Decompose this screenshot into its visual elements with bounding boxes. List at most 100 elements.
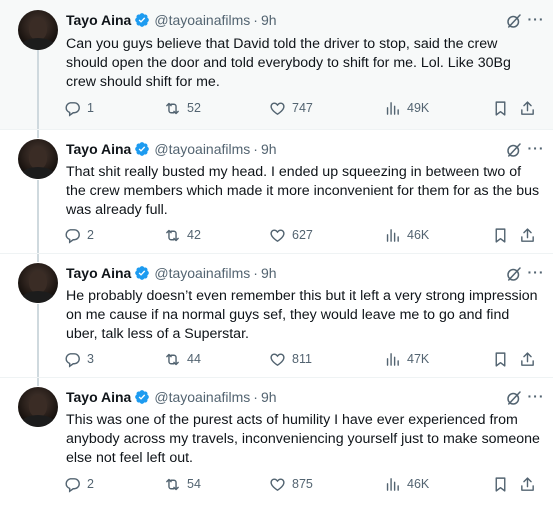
tweet-header: Tayo Aina @tayoainafilms · 9h (66, 264, 277, 282)
repost-icon (166, 353, 179, 365)
repost-icon (166, 229, 179, 241)
thread-connector-line (37, 50, 39, 129)
grok-icon[interactable] (505, 12, 523, 30)
tweet-header: Tayo Aina @tayoainafilms · 9h (66, 11, 277, 29)
tweet-header: Tayo Aina @tayoainafilms · 9h (66, 388, 277, 406)
reply-icon (65, 477, 80, 493)
tweet-header: Tayo Aina @tayoainafilms · 9h (66, 140, 277, 158)
like-button[interactable]: 811 (269, 349, 312, 369)
views-count: 49K (407, 101, 430, 115)
tweet-actions: 1 52 747 49K (64, 98, 544, 118)
share-icon (521, 227, 534, 242)
reply-button[interactable]: 3 (64, 349, 94, 369)
like-button[interactable]: 747 (269, 98, 313, 118)
views-button[interactable]: 46K (384, 225, 429, 245)
share-button[interactable] (519, 349, 536, 369)
more-options-icon[interactable]: ··· (527, 265, 545, 283)
reply-count: 2 (87, 477, 94, 491)
author-handle[interactable]: @tayoainafilms (154, 141, 250, 157)
separator-dot: · (253, 12, 258, 28)
repost-icon (166, 102, 179, 114)
views-button[interactable]: 49K (384, 98, 429, 118)
avatar[interactable] (18, 387, 58, 427)
grok-icon[interactable] (505, 265, 523, 283)
avatar[interactable] (18, 10, 58, 50)
repost-icon (166, 478, 179, 490)
more-options-icon[interactable]: ··· (527, 389, 545, 407)
bookmark-button[interactable] (492, 349, 509, 369)
tweet-actions: 3 44 811 47K (64, 349, 544, 369)
tweet[interactable]: Tayo Aina @tayoainafilms · 9h ··· He pro… (0, 253, 553, 378)
author-name[interactable]: Tayo Aina (66, 389, 131, 405)
bookmark-button[interactable] (492, 98, 509, 118)
timestamp[interactable]: 9h (261, 265, 277, 281)
repost-button[interactable]: 44 (164, 349, 201, 369)
bookmark-icon (495, 476, 506, 492)
tweet[interactable]: Tayo Aina @tayoainafilms · 9h ··· This w… (0, 377, 553, 513)
share-icon (521, 476, 534, 491)
reply-count: 2 (87, 228, 94, 242)
avatar[interactable] (18, 139, 58, 179)
tweet-text: Can you guys believe that David told the… (66, 36, 511, 90)
like-button[interactable]: 627 (269, 225, 313, 245)
verified-badge-icon (135, 390, 150, 404)
views-button[interactable]: 46K (384, 474, 429, 494)
reply-count: 3 (87, 352, 94, 366)
separator-dot: · (253, 265, 258, 281)
thread-connector-line (37, 304, 39, 378)
tweet-text: He probably doesn’t even remember this b… (66, 288, 538, 342)
repost-count: 54 (187, 477, 201, 491)
bookmark-icon (495, 227, 506, 243)
like-button[interactable]: 875 (269, 474, 313, 494)
share-icon (521, 100, 534, 115)
author-name[interactable]: Tayo Aina (66, 141, 131, 157)
bookmark-icon (495, 100, 506, 116)
bookmark-icon (495, 351, 506, 367)
more-options-icon[interactable]: ··· (527, 12, 545, 30)
tweet[interactable]: Tayo Aina @tayoainafilms · 9h ··· That s… (0, 129, 553, 254)
more-options-icon[interactable]: ··· (527, 141, 545, 159)
author-name[interactable]: Tayo Aina (66, 12, 131, 28)
views-count: 47K (407, 352, 430, 366)
author-name[interactable]: Tayo Aina (66, 265, 131, 281)
bookmark-button[interactable] (492, 225, 509, 245)
avatar[interactable] (18, 263, 58, 303)
bookmark-button[interactable] (492, 474, 509, 494)
author-handle[interactable]: @tayoainafilms (154, 12, 250, 28)
separator-dot: · (253, 141, 258, 157)
tweet-actions: 2 54 875 46K (64, 474, 544, 494)
thread-connector-line (37, 378, 39, 386)
share-button[interactable] (519, 98, 536, 118)
repost-button[interactable]: 52 (164, 98, 201, 118)
views-chart-icon (386, 228, 399, 242)
reply-button[interactable]: 1 (64, 98, 94, 118)
heart-icon (270, 101, 285, 115)
separator-dot: · (253, 389, 258, 405)
heart-icon (270, 228, 285, 242)
share-button[interactable] (519, 474, 536, 494)
tweet-text: That shit really busted my head. I ended… (66, 164, 540, 218)
author-handle[interactable]: @tayoainafilms (154, 265, 250, 281)
verified-badge-icon (135, 266, 150, 280)
like-count: 627 (292, 228, 313, 242)
views-chart-icon (386, 101, 399, 115)
reply-button[interactable]: 2 (64, 474, 94, 494)
share-button[interactable] (519, 225, 536, 245)
share-icon (521, 351, 534, 366)
timestamp[interactable]: 9h (261, 389, 277, 405)
grok-icon[interactable] (505, 141, 523, 159)
timestamp[interactable]: 9h (261, 12, 277, 28)
thread-connector-line (37, 180, 39, 254)
like-count: 747 (292, 101, 313, 115)
author-handle[interactable]: @tayoainafilms (154, 389, 250, 405)
views-button[interactable]: 47K (384, 349, 429, 369)
tweet[interactable]: Tayo Aina @tayoainafilms · 9h ··· Can yo… (0, 0, 553, 129)
repost-button[interactable]: 42 (164, 225, 201, 245)
views-chart-icon (386, 352, 399, 366)
grok-icon[interactable] (505, 389, 523, 407)
repost-button[interactable]: 54 (164, 474, 201, 494)
views-count: 46K (407, 228, 430, 242)
reply-button[interactable]: 2 (64, 225, 94, 245)
repost-count: 44 (187, 352, 201, 366)
timestamp[interactable]: 9h (261, 141, 277, 157)
